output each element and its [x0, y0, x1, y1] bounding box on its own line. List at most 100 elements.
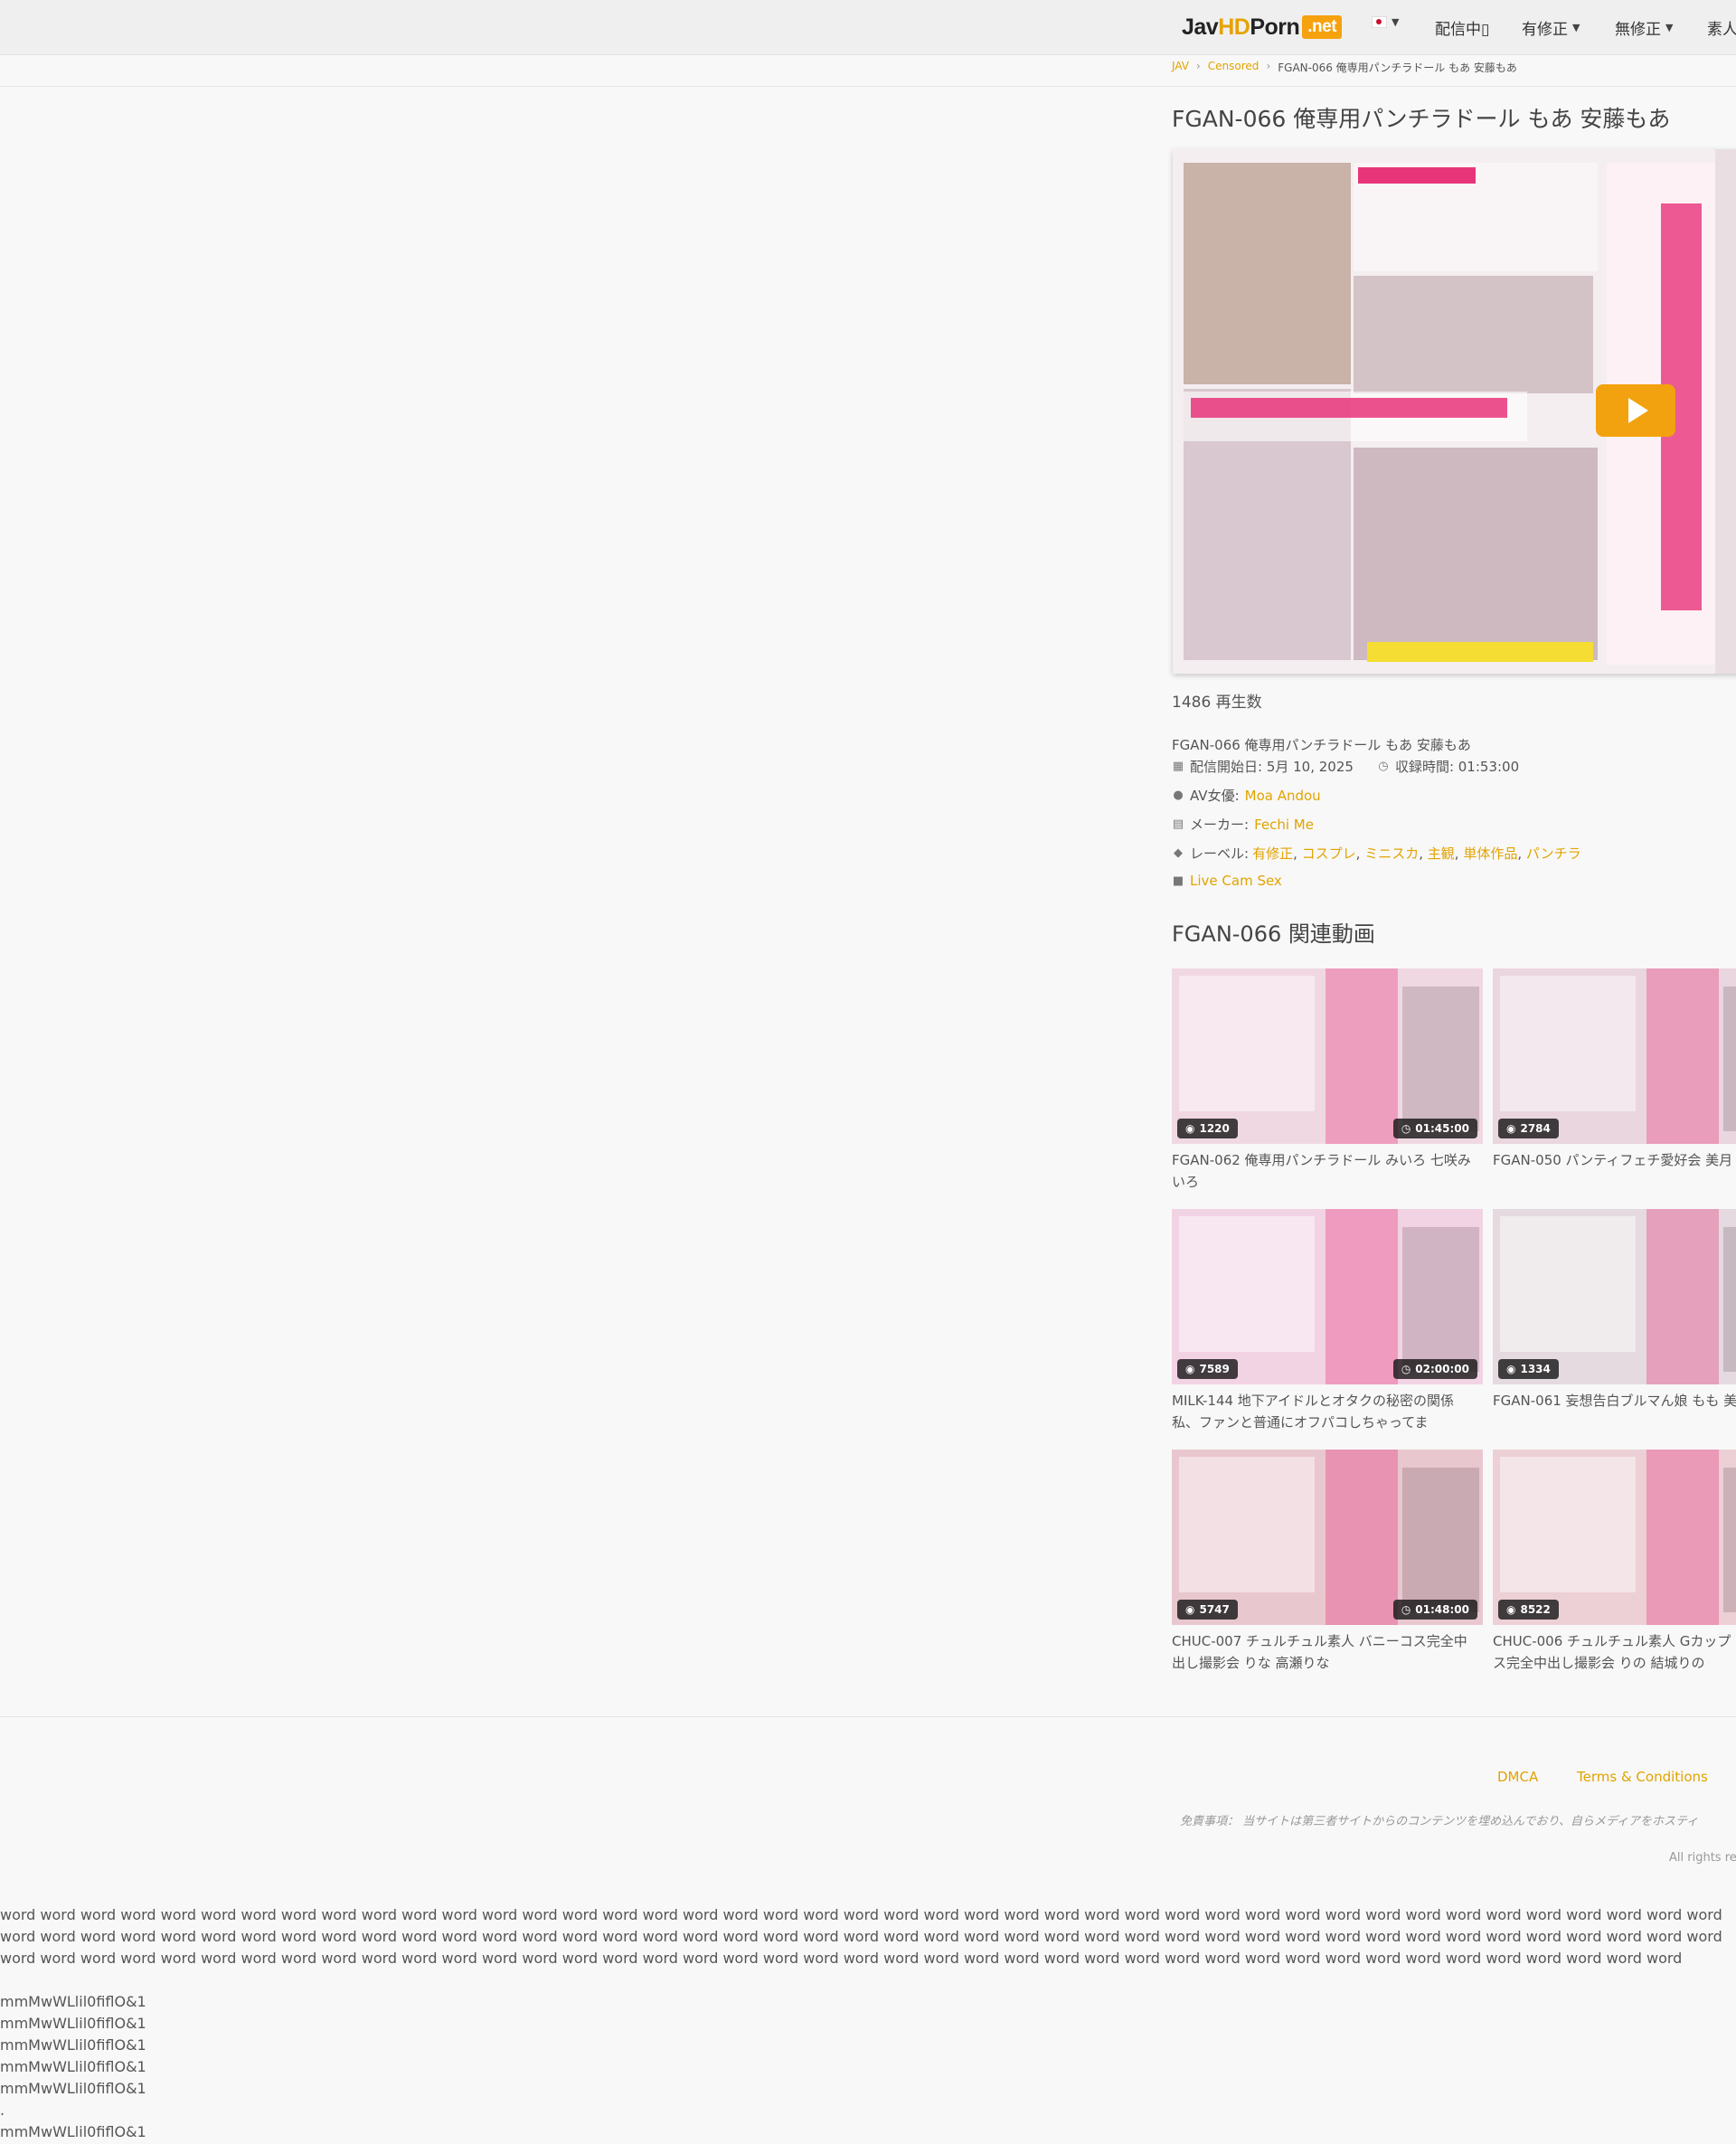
logo-part-hd: HD — [1218, 14, 1250, 40]
nav-item-streaming[interactable]: 配信中▯ — [1435, 16, 1489, 39]
probe-line: . — [0, 2101, 5, 2119]
tag-link[interactable]: 単体作品 — [1463, 844, 1517, 863]
page-title: FGAN-066 俺専用パンチラドール もあ 安藤もあ — [1172, 106, 1671, 132]
actress-row: ● AV女優: Moa Andou — [1172, 786, 1321, 805]
thumb-art — [1326, 1450, 1398, 1625]
chevron-right-icon: › — [1266, 60, 1271, 72]
video-caption[interactable]: MILK-144 地下アイドルとオタクの秘密の関係 私、ファンと普通にオフパコしち… — [1172, 1390, 1483, 1433]
duration-text: 01:45:00 — [1415, 1122, 1469, 1135]
disclaimer-text: 免責事項： 当サイトは第三者サイトからのコンテンツを埋め込んでおり、自らメディア… — [1180, 1815, 1699, 1828]
thumb-art — [1646, 1450, 1719, 1625]
play-button[interactable] — [1596, 384, 1675, 437]
caption-line: MILK-144 地下アイドルとオタクの秘密の関係 — [1172, 1393, 1455, 1409]
nav-label: 有修正 — [1522, 21, 1568, 39]
probe-line: mmMwWLlil0fiflO&1 — [0, 2058, 146, 2075]
dmca-link[interactable]: DMCA — [1497, 1769, 1538, 1785]
chevron-down-icon: ▼ — [1392, 16, 1400, 28]
livecam-row: ■ Live Cam Sex — [1172, 873, 1282, 889]
video-thumbnail[interactable]: ◉ 1334 — [1493, 1209, 1736, 1384]
thumb-art — [1402, 1227, 1479, 1372]
caption-line: CHUC-007 チュルチュル素人 バニーコス完全中 — [1172, 1633, 1467, 1649]
probe-line: mmMwWLlil0fiflO&1 — [0, 1993, 146, 2010]
thumb-art — [1723, 987, 1736, 1131]
duration-text: 01:48:00 — [1415, 1603, 1469, 1616]
breadcrumb-current: FGAN-066 俺専用パンチラドール もあ 安藤もあ — [1278, 61, 1517, 74]
breadcrumb-link-jav[interactable]: JAV — [1172, 60, 1189, 75]
video-camera-icon: ■ — [1172, 874, 1184, 888]
release-date: 配信開始日: 5月 10, 2025 — [1190, 759, 1354, 775]
actress-link[interactable]: Moa Andou — [1245, 788, 1321, 804]
caption-line: ス完全中出し撮影会 りの 結城りの — [1493, 1655, 1705, 1671]
footer-links: DMCA Terms & Conditions — [1497, 1769, 1708, 1785]
maker-label: メーカー: — [1190, 817, 1250, 833]
caption-line: FGAN-050 パンティフェチ愛好会 美月 — [1493, 1152, 1733, 1168]
video-caption[interactable]: FGAN-050 パンティフェチ愛好会 美月 — [1493, 1149, 1736, 1171]
views-badge: ◉ 1220 — [1177, 1119, 1238, 1138]
livecam-link[interactable]: Live Cam Sex — [1190, 873, 1282, 889]
tag-link[interactable]: 主観 — [1428, 844, 1455, 863]
caption-line: 出し撮影会 りな 高瀬りな — [1172, 1655, 1330, 1671]
tag-link[interactable]: ミニスカ — [1364, 844, 1419, 863]
video-caption[interactable]: FGAN-062 俺専用パンチラドール みいろ 七咲み いろ — [1172, 1149, 1483, 1193]
language-selector[interactable]: ▼ — [1372, 16, 1399, 28]
tag-link[interactable]: パンチラ — [1526, 844, 1581, 863]
video-caption[interactable]: FGAN-061 妄想告白ブルマん娘 もも 美 — [1493, 1390, 1736, 1412]
thumb-art — [1402, 1468, 1479, 1612]
nav-item-amateur[interactable]: 素人 — [1707, 16, 1736, 39]
nav-item-uncensored[interactable]: 無修正 ▼ — [1615, 16, 1673, 39]
views-badge: ◉ 1334 — [1498, 1359, 1559, 1379]
caption-line: FGAN-062 俺専用パンチラドール みいろ 七咲み — [1172, 1152, 1471, 1168]
views-count: 2784 — [1520, 1122, 1551, 1135]
caption-line: CHUC-006 チュルチュル素人 Gカップ — [1493, 1633, 1731, 1649]
logo-part-jav: Jav — [1182, 14, 1219, 40]
calendar-icon: ▦ — [1172, 760, 1184, 773]
video-thumbnail[interactable]: ◉ 8522 — [1493, 1450, 1736, 1625]
caption-line: FGAN-061 妄想告白ブルマん娘 もも 美 — [1493, 1393, 1736, 1409]
thumb-art — [1500, 1216, 1636, 1352]
duration: 収録時間: 01:53:00 — [1394, 759, 1520, 775]
duration-badge: ◷ 02:00:00 — [1392, 1359, 1477, 1379]
views-badge: ◉ 2784 — [1498, 1119, 1559, 1138]
related-videos-title: FGAN-066 関連動画 — [1172, 921, 1375, 947]
thumb-art — [1723, 1468, 1736, 1612]
nav-item-censored[interactable]: 有修正 ▼ — [1522, 16, 1580, 39]
caption-line: いろ — [1172, 1174, 1200, 1190]
breadcrumb-link-censored[interactable]: Censored — [1208, 60, 1260, 75]
views-badge: ◉ 8522 — [1498, 1600, 1559, 1620]
video-thumbnail[interactable]: ◉ 1220 ◷ 01:45:00 — [1172, 968, 1483, 1144]
eye-icon: ◉ — [1506, 1603, 1516, 1616]
video-thumbnail[interactable]: ◉ 5747 ◷ 01:48:00 — [1172, 1450, 1483, 1625]
video-thumbnail[interactable]: ◉ 7589 ◷ 02:00:00 — [1172, 1209, 1483, 1384]
video-caption[interactable]: CHUC-007 チュルチュル素人 バニーコス完全中 出し撮影会 りな 高瀬りな — [1172, 1630, 1483, 1674]
tag-link[interactable]: 有修正 — [1252, 844, 1293, 863]
user-icon: ● — [1173, 789, 1184, 802]
actress-label: AV女優: — [1190, 788, 1240, 804]
tag-separator: , — [1454, 845, 1464, 862]
thumb-art — [1646, 1209, 1719, 1384]
views-count: 8522 — [1520, 1603, 1551, 1616]
release-duration-row: ▦ 配信開始日: 5月 10, 2025 ◷ 収録時間: 01:53:00 — [1172, 757, 1519, 776]
probe-line: mmMwWLlil0fiflO&1 — [0, 2036, 146, 2054]
video-caption[interactable]: CHUC-006 チュルチュル素人 Gカップ ス完全中出し撮影会 りの 結城りの — [1493, 1630, 1736, 1674]
subtitle-text: FGAN-066 俺専用パンチラドール もあ 安藤もあ — [1172, 737, 1471, 753]
views-count: 1334 — [1520, 1363, 1551, 1375]
thumb-art — [1646, 968, 1719, 1144]
copyright-text: All rights re — [1669, 1851, 1736, 1865]
duration-text: 02:00:00 — [1415, 1363, 1469, 1375]
site-logo[interactable]: Jav HD Porn .net — [1182, 13, 1343, 42]
label-label: レーベル: — [1190, 845, 1250, 862]
tag-separator: , — [1419, 845, 1428, 862]
chevron-right-icon: › — [1195, 60, 1201, 72]
terms-link[interactable]: Terms & Conditions — [1577, 1769, 1708, 1785]
tag-link[interactable]: コスプレ — [1302, 844, 1356, 863]
tag-separator: , — [1517, 845, 1526, 862]
nav-label: 素人 — [1707, 21, 1736, 39]
video-thumbnail[interactable]: ◉ 2784 — [1493, 968, 1736, 1144]
eye-icon: ◉ — [1506, 1122, 1516, 1135]
footer-divider — [0, 1716, 1736, 1717]
thumb-art — [1179, 1457, 1315, 1592]
views-badge: ◉ 5747 — [1177, 1600, 1238, 1620]
video-subtitle: FGAN-066 俺専用パンチラドール もあ 安藤もあ — [1172, 735, 1471, 754]
maker-link[interactable]: Fechi Me — [1254, 817, 1314, 833]
tag-separator: , — [1293, 845, 1302, 862]
